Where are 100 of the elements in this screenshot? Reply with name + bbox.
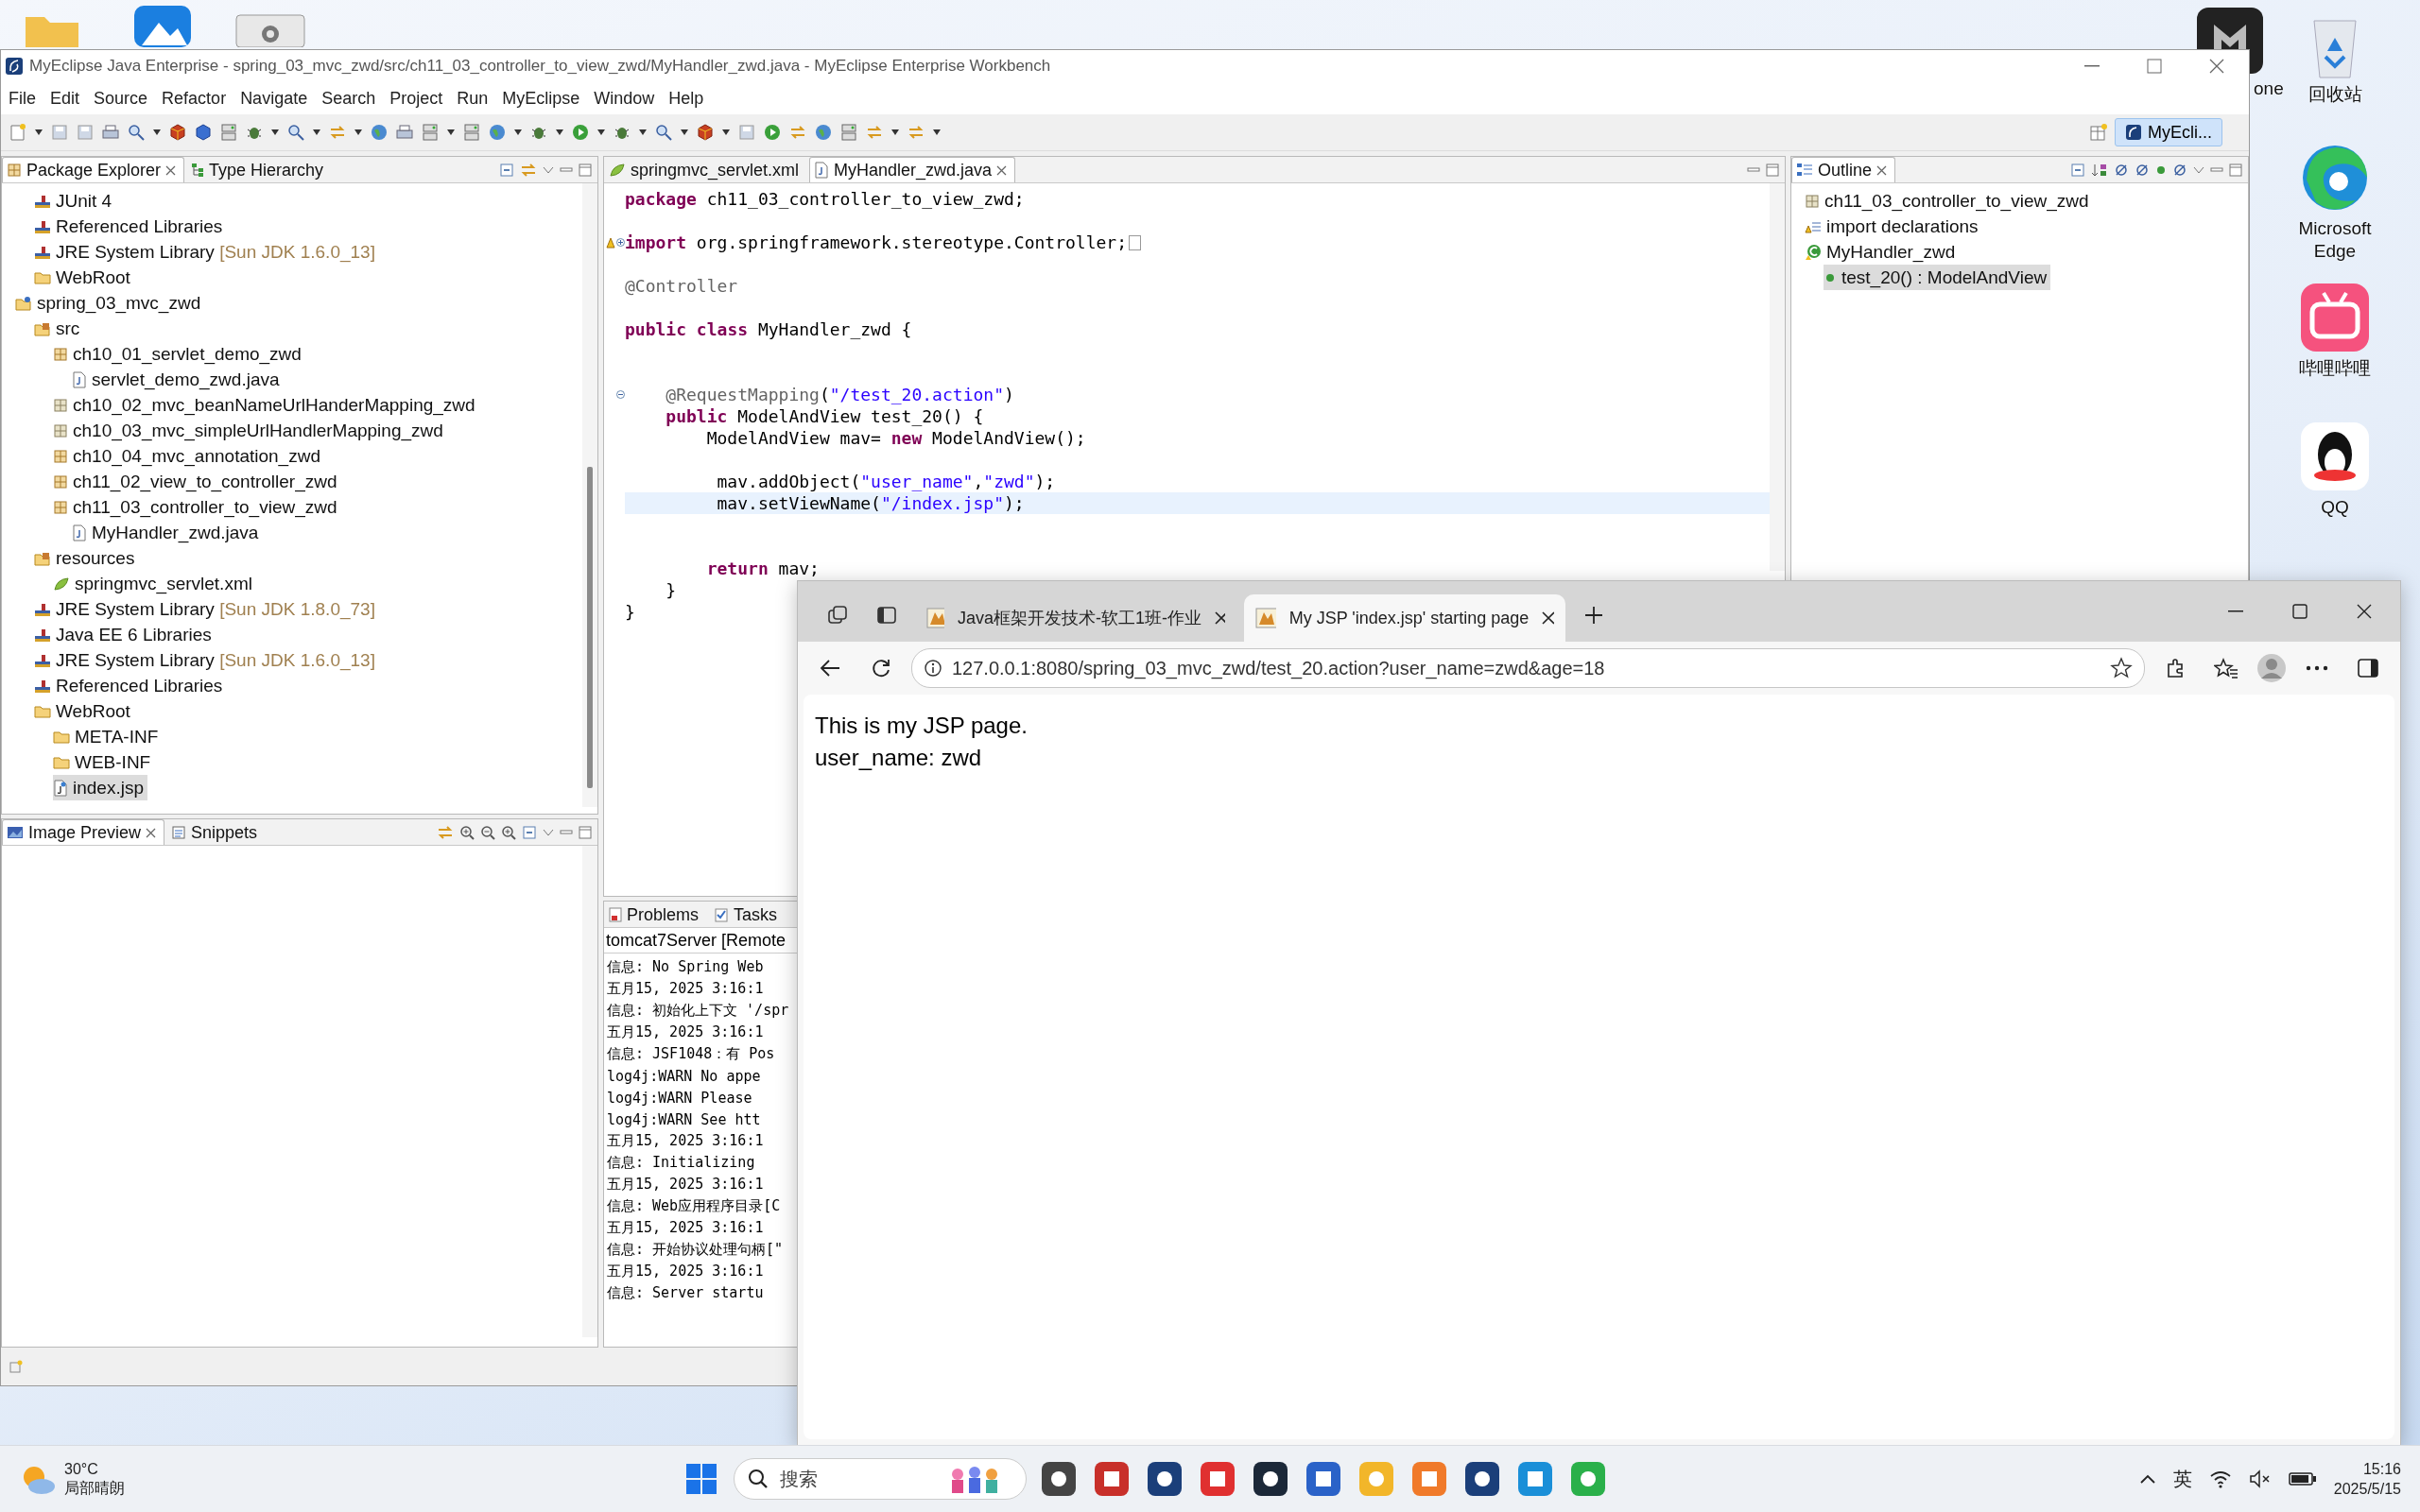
- server-icon[interactable]: [462, 123, 481, 142]
- tree-item[interactable]: WebRoot: [34, 265, 134, 290]
- photos-icon[interactable]: [132, 4, 193, 47]
- settings-icon[interactable]: [234, 13, 306, 47]
- tree-item[interactable]: JUnit 4: [34, 188, 116, 214]
- tree-item[interactable]: ch10_02_mvc_beanNameUrlHanderMapping_zwd: [53, 392, 479, 418]
- server-icon[interactable]: [219, 123, 238, 142]
- collapse-icon[interactable]: [616, 390, 625, 399]
- zoom-in-icon[interactable]: [459, 825, 475, 840]
- collapse-all-icon[interactable]: [2070, 163, 2085, 178]
- circle-icon[interactable]: [2155, 164, 2167, 176]
- menu-item[interactable]: File: [3, 88, 44, 109]
- caret-icon[interactable]: [34, 129, 43, 136]
- run-icon[interactable]: [571, 123, 590, 142]
- menu-caret-icon[interactable]: [2193, 166, 2204, 174]
- cube-icon[interactable]: [696, 123, 715, 142]
- collapse-all-icon[interactable]: [499, 163, 514, 178]
- close-icon[interactable]: [1214, 611, 1225, 625]
- server-icon[interactable]: [421, 123, 440, 142]
- maximize-icon[interactable]: [2229, 163, 2242, 177]
- chevron-up-icon[interactable]: [2138, 1473, 2156, 1485]
- tree-item[interactable]: Referenced Libraries: [34, 214, 227, 239]
- panel-tab[interactable]: Snippets: [166, 819, 267, 845]
- tree-item[interactable]: ch11_03_controller_to_view_zwd: [53, 494, 341, 520]
- star-icon[interactable]: [2110, 657, 2133, 679]
- expand-icon[interactable]: [616, 238, 625, 247]
- menu-item[interactable]: Edit: [44, 88, 89, 109]
- battery-icon[interactable]: [2288, 1470, 2317, 1487]
- caret-icon[interactable]: [513, 129, 523, 136]
- menu-item[interactable]: Run: [451, 88, 497, 109]
- caret-icon[interactable]: [270, 129, 280, 136]
- panel-tab[interactable]: MyHandler_zwd.java: [809, 157, 1016, 182]
- minimize-icon[interactable]: [560, 165, 573, 175]
- tree-item[interactable]: JRE System Library [Sun JDK 1.6.0_13]: [34, 647, 379, 673]
- menu-caret-icon[interactable]: [543, 166, 554, 174]
- caret-icon[interactable]: [680, 129, 689, 136]
- tree-item[interactable]: index.jsp: [53, 775, 147, 800]
- caret-icon[interactable]: [638, 129, 648, 136]
- tree-item[interactable]: ch10_03_mvc_simpleUrlHandlerMapping_zwd: [53, 418, 447, 443]
- menu-item[interactable]: Refactor: [156, 88, 235, 109]
- menu-item[interactable]: Project: [384, 88, 452, 109]
- open-perspective-icon[interactable]: [2089, 123, 2108, 142]
- search-icon[interactable]: [127, 123, 146, 142]
- tree-item[interactable]: resources: [34, 545, 139, 571]
- panel-tab[interactable]: Type Hierarchy: [186, 157, 333, 182]
- minimize-icon[interactable]: [560, 828, 573, 837]
- cube-icon[interactable]: [194, 123, 213, 142]
- folded-code-marker[interactable]: [1129, 234, 1142, 250]
- address-bar[interactable]: 127.0.0.1:8080/spring_03_mvc_zwd/test_20.action?user_name=zwd&age=18: [911, 648, 2145, 688]
- tree-item[interactable]: src: [34, 316, 84, 341]
- printer-icon[interactable]: [101, 123, 120, 142]
- input-method-indicator[interactable]: 英: [2172, 1466, 2192, 1492]
- panel-tab[interactable]: Problems: [604, 902, 708, 927]
- maximize-icon[interactable]: [579, 163, 592, 177]
- muted-speaker-icon[interactable]: [2248, 1469, 2272, 1488]
- maximize-icon[interactable]: [579, 826, 592, 839]
- tree-item[interactable]: JRE System Library [Sun JDK 1.8.0_73]: [34, 596, 379, 622]
- tree-item[interactable]: import declarations: [1805, 214, 1982, 239]
- filter-icon[interactable]: [2135, 163, 2150, 178]
- caret-icon[interactable]: [596, 129, 606, 136]
- close-icon[interactable]: [1542, 611, 1554, 625]
- printer-icon[interactable]: [395, 123, 414, 142]
- tree-item[interactable]: Referenced Libraries: [34, 673, 227, 698]
- tree-item[interactable]: MyHandler_zwd.java: [72, 520, 263, 545]
- globe-icon[interactable]: [370, 123, 389, 142]
- panel-tab[interactable]: springmvc_servlet.xml: [604, 157, 808, 182]
- menu-caret-icon[interactable]: [543, 829, 554, 836]
- tv-app-icon[interactable]: [2299, 282, 2371, 353]
- run-icon[interactable]: [763, 123, 782, 142]
- tree-item[interactable]: JRE System Library [Sun JDK 1.6.0_13]: [34, 239, 379, 265]
- tree-item[interactable]: spring_03_mvc_zwd: [15, 290, 205, 316]
- globe-icon[interactable]: [814, 123, 833, 142]
- menu-item[interactable]: Window: [588, 88, 664, 109]
- taskbar-search[interactable]: 搜索: [734, 1458, 1027, 1500]
- tree-item[interactable]: ch10_04_mvc_annotation_zwd: [53, 443, 324, 469]
- menu-item[interactable]: Help: [663, 88, 713, 109]
- vertical-scrollbar[interactable]: [582, 183, 597, 807]
- caret-icon[interactable]: [721, 129, 731, 136]
- panel-tab[interactable]: Image Preview: [2, 819, 165, 845]
- menu-item[interactable]: Navigate: [234, 88, 317, 109]
- menu-item[interactable]: Search: [316, 88, 385, 109]
- tree-item[interactable]: ch10_01_servlet_demo_zwd: [53, 341, 305, 367]
- tree-item[interactable]: test_20() : ModelAndView: [1824, 265, 2051, 290]
- caret-icon[interactable]: [354, 129, 363, 136]
- minimize-icon[interactable]: [1747, 165, 1760, 175]
- vertical-scrollbar[interactable]: [582, 846, 597, 1337]
- tree-item[interactable]: MyHandler_zwd: [1805, 239, 1960, 265]
- panel-tab[interactable]: Outline: [1791, 157, 1896, 182]
- wifi-icon[interactable]: [2208, 1469, 2232, 1488]
- server-icon[interactable]: [839, 123, 858, 142]
- caret-icon[interactable]: [932, 129, 942, 136]
- zoom-out-icon[interactable]: [480, 825, 495, 840]
- caret-icon[interactable]: [890, 129, 900, 136]
- caret-icon[interactable]: [555, 129, 564, 136]
- caret-icon[interactable]: [152, 129, 162, 136]
- menu-item[interactable]: MyEclipse: [496, 88, 589, 109]
- tree-item[interactable]: ch11_03_controller_to_view_zwd: [1805, 188, 2093, 214]
- vertical-scrollbar[interactable]: [1770, 183, 1785, 571]
- tree-item[interactable]: ch11_02_view_to_controller_zwd: [53, 469, 341, 494]
- minimize-icon[interactable]: [2210, 165, 2223, 175]
